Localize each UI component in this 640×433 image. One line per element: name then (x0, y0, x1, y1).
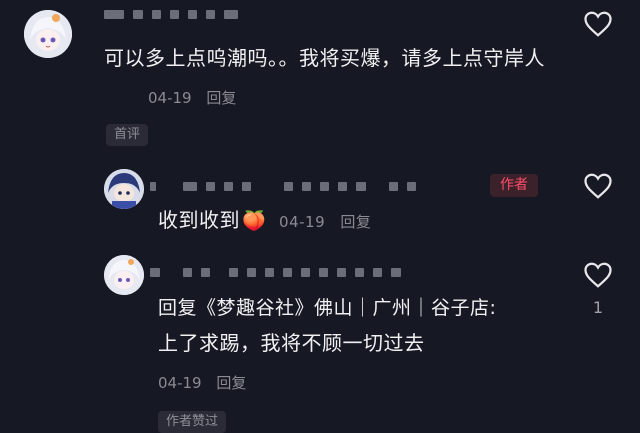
comment-3-text: 上了求踢，我将不顾一切过去 (158, 331, 425, 355)
comment-2-text-row: 收到收到 🍑 04-19 回复 (158, 206, 371, 237)
avatar-commenter-3[interactable] (104, 255, 144, 295)
author-badge: 作者 (490, 174, 538, 197)
avatar-commenter-1[interactable] (24, 10, 72, 58)
avatar-author[interactable] (104, 169, 144, 209)
comment-1-time: 04-19 (148, 89, 192, 107)
comment-2-text: 收到收到 (158, 208, 240, 232)
commenter-1-username-masked[interactable] (104, 6, 238, 22)
comment-3-like-count: 1 (592, 298, 604, 317)
comment-3-time: 04-19 (158, 374, 202, 392)
comment-3-meta: 04-19 回复 (158, 372, 246, 393)
comment-1-meta: 04-19 回复 (148, 87, 236, 108)
anime-girl-avatar-icon (24, 10, 72, 58)
commenter-3-username-masked[interactable] (150, 264, 401, 280)
heart-icon (584, 11, 612, 37)
heart-icon (584, 262, 612, 288)
comment-3-reply-button[interactable]: 回复 (216, 374, 246, 392)
comment-2-reply-button[interactable]: 回复 (340, 213, 371, 231)
comment-1-text: 可以多上点呜潮吗。。我将买爆，请多上点守岸人 (104, 46, 545, 70)
peach-emoji-icon: 🍑 (242, 210, 267, 232)
author-liked-tag: 作者赞过 (158, 411, 227, 433)
comment-2-like-button[interactable] (583, 172, 613, 204)
reply-prefix: 回复 (158, 297, 198, 319)
comment-3-reply-line: 回复《梦趣谷社》佛山｜广州｜谷子店: (158, 294, 578, 323)
heart-icon (584, 173, 612, 199)
first-comment-tag: 首评 (106, 124, 149, 146)
comment-1-reply-button[interactable]: 回复 (206, 89, 236, 107)
anime-boy-avatar-icon (104, 169, 144, 209)
anime-girl-avatar-icon (104, 255, 144, 295)
author-username-masked[interactable] (150, 178, 416, 194)
reply-target[interactable]: 《梦趣谷社》佛山｜广州｜谷子店: (197, 297, 496, 319)
comment-1-like-button[interactable] (583, 10, 613, 42)
comment-2-time: 04-19 (279, 213, 326, 231)
comment-2-meta: 04-19 回复 (279, 213, 371, 231)
comment-3-like-button[interactable] (583, 261, 613, 293)
